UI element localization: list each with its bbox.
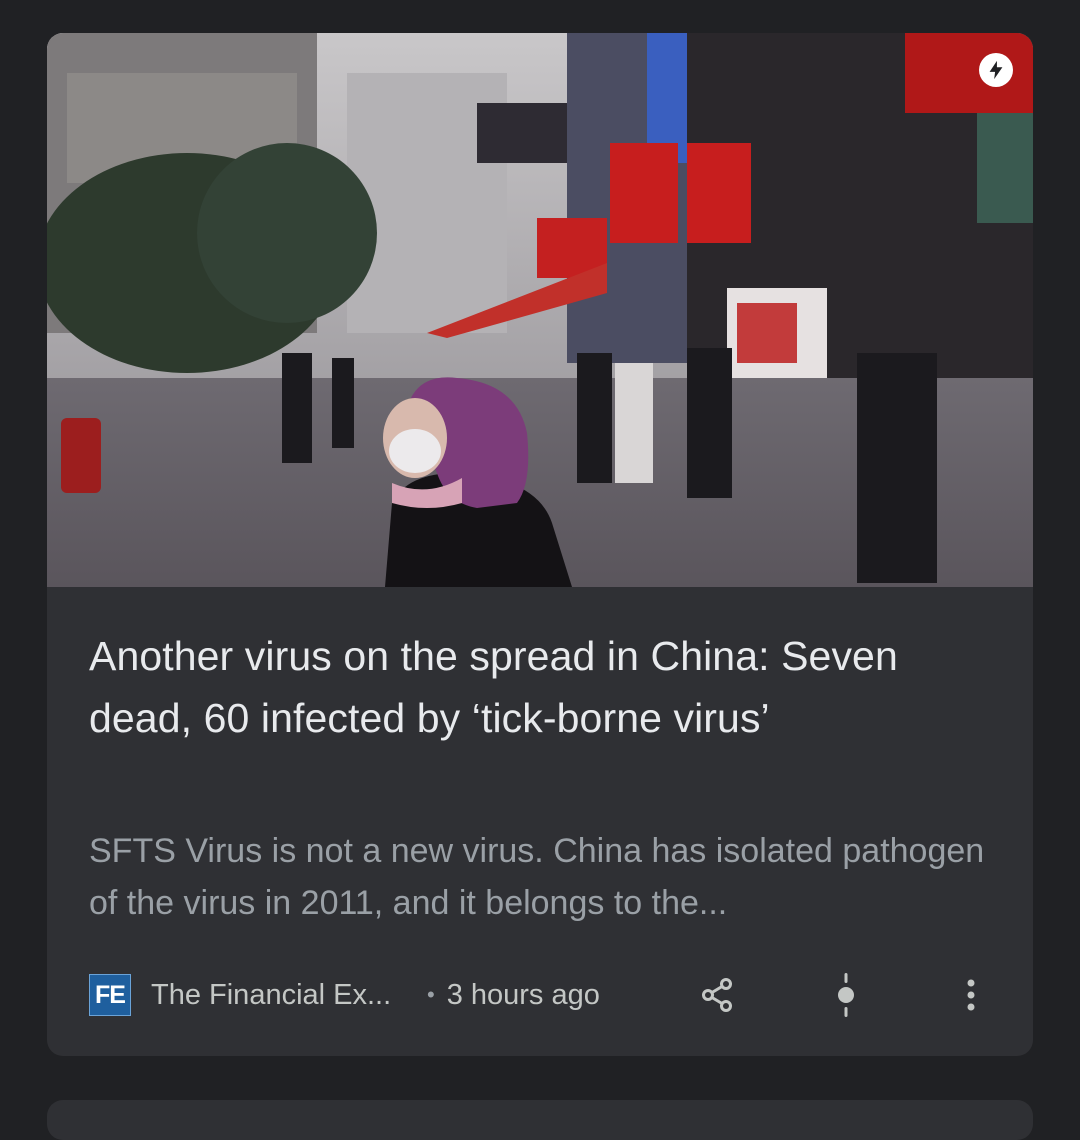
more-less-icon [838,973,854,1017]
street-photo [47,33,1033,587]
overflow-menu-button[interactable] [947,971,995,1019]
lightning-bolt-icon [979,53,1013,87]
more-vertical-icon [967,979,975,1011]
article-footer: FE The Financial Ex... • 3 hours ago [89,971,989,1019]
article-title[interactable]: Another virus on the spread in China: Se… [89,625,989,749]
separator-dot: • [427,982,435,1007]
next-news-card[interactable] [47,1100,1033,1140]
published-time: 3 hours ago [446,978,600,1011]
article-image[interactable] [47,33,1033,587]
news-card[interactable]: Another virus on the spread in China: Se… [47,33,1033,1056]
share-button[interactable] [693,971,741,1019]
more-less-button[interactable] [822,971,870,1019]
publisher-logo: FE [89,974,131,1016]
publisher-name[interactable]: The Financial Ex... [151,979,407,1012]
share-icon [702,978,732,1012]
article-snippet[interactable]: SFTS Virus is not a new virus. China has… [89,825,999,929]
